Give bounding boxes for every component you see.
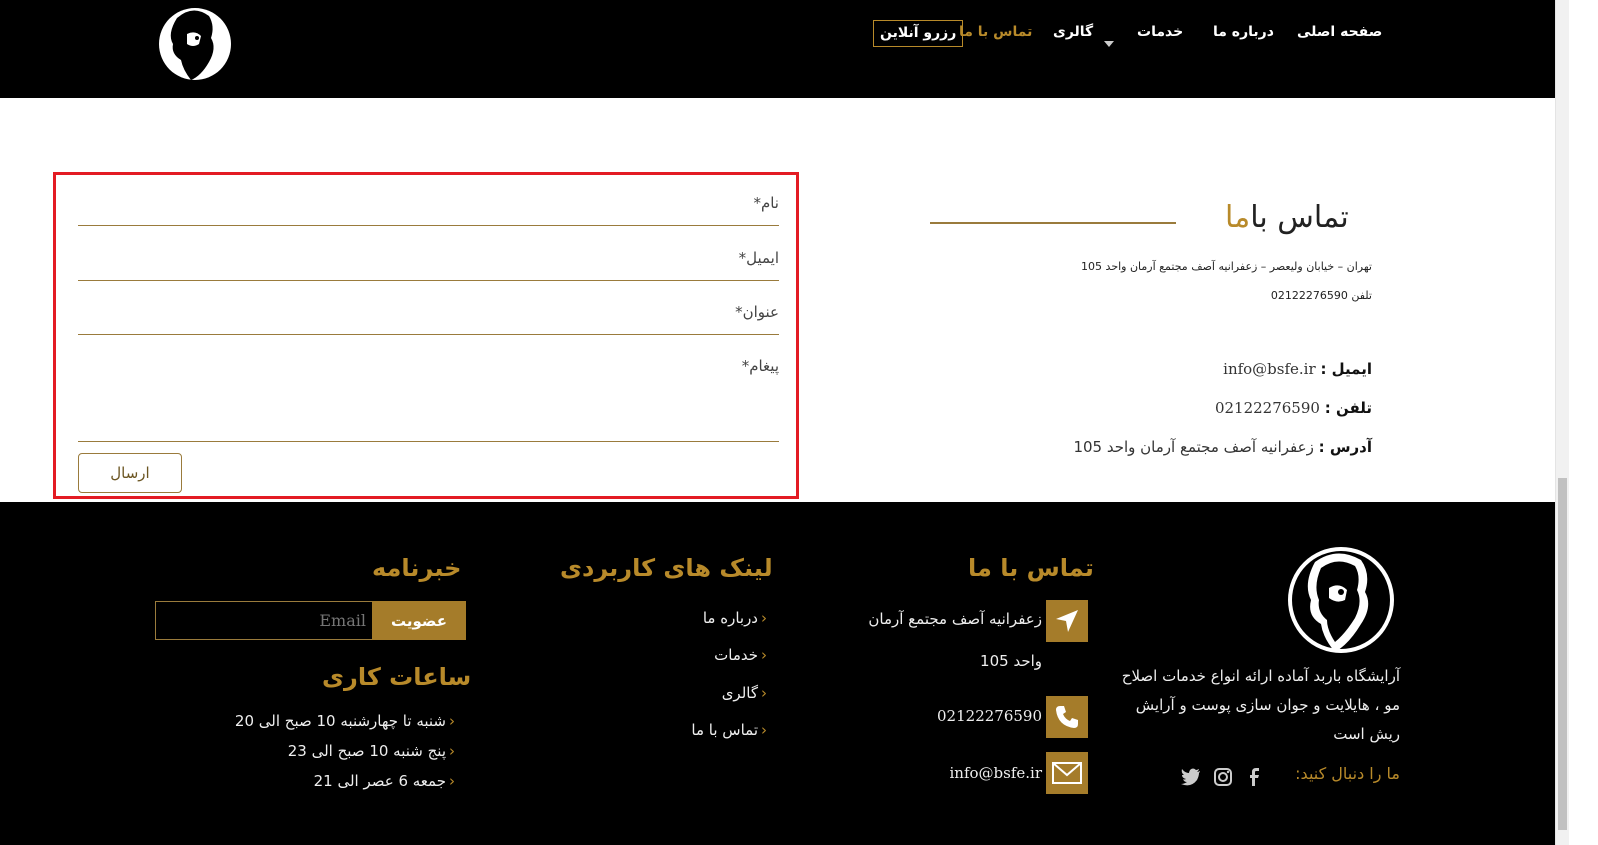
newsletter-email-input[interactable] (155, 601, 373, 640)
phone-icon (1046, 696, 1088, 738)
footer-link-about[interactable]: ‹درباره ما (703, 609, 767, 627)
hours-item: ‹پنج شنبه 10 صبح الی 23 (287, 742, 455, 760)
nav-about[interactable]: درباره ما (1213, 24, 1274, 40)
chevron-left-icon: ‹ (761, 684, 767, 702)
phone-line: تلفن 02122276590 (1270, 289, 1372, 302)
footer-link-contact[interactable]: ‹تماس با ما (691, 721, 767, 739)
working-hours-heading: ساعات کاری (322, 663, 472, 691)
footer-address-line1: زعفرانیه آصف مجتمع آرمان (868, 610, 1042, 628)
chevron-left-icon: ‹ (449, 712, 455, 730)
message-label: پیغام* (741, 357, 779, 375)
location-arrow-icon (1046, 600, 1088, 642)
contact-title: تماس باما (1225, 200, 1349, 235)
chevron-left-icon: ‹ (449, 742, 455, 760)
facebook-icon[interactable] (1245, 767, 1265, 787)
contact-address-label: آدرس : (1318, 438, 1372, 456)
subject-field[interactable]: عنوان* (78, 291, 779, 335)
mail-icon (1046, 752, 1088, 794)
hours-item: ‹شنبه تا چهارشنبه 10 صبح الی 20 (234, 712, 455, 730)
contact-phone-value[interactable]: 02122276590 (1215, 399, 1320, 417)
contact-form: نام* ایمیل* عنوان* پیغام* ارسال (53, 172, 799, 499)
footer-logo (1288, 547, 1394, 653)
subscribe-button[interactable]: عضویت (372, 601, 466, 640)
email-label: ایمیل* (738, 249, 779, 267)
twitter-icon[interactable] (1181, 767, 1201, 787)
contact-email-label: ایمیل : (1320, 360, 1372, 378)
reserve-online-button[interactable]: رزرو آنلاین (873, 20, 964, 47)
nav-gallery[interactable]: گالری (1053, 24, 1093, 40)
title-divider (930, 222, 1176, 224)
chevron-left-icon: ‹ (761, 609, 767, 627)
follow-us-label: ما را دنبال کنید: (1295, 764, 1400, 783)
nav-home[interactable]: صفحه اصلی (1297, 24, 1382, 40)
site-footer: آرایشگاه باربد آماده ارائه انواع خدمات ا… (0, 502, 1555, 845)
hours-item: ‹جمعه 6 عصر الی 21 (313, 772, 455, 790)
barber-logo[interactable] (157, 4, 233, 82)
footer-link-gallery[interactable]: ‹گالری (722, 684, 767, 702)
contact-address: آدرس : زعفرانیه آصف مجتمع آرمان واحد 105 (1073, 438, 1372, 456)
vertical-scrollbar[interactable] (1555, 0, 1569, 845)
submit-button[interactable]: ارسال (78, 453, 182, 493)
contact-address-value: زعفرانیه آصف مجتمع آرمان واحد 105 (1073, 438, 1314, 456)
subject-label: عنوان* (735, 303, 779, 321)
contact-phone-label: تلفن : (1324, 399, 1372, 417)
page-edge (1569, 0, 1598, 845)
footer-about-text: آرایشگاه باربد آماده ارائه انواع خدمات ا… (1121, 667, 1400, 743)
nav-services[interactable]: خدمات (1137, 24, 1183, 40)
newsletter-heading: خبرنامه (372, 554, 462, 582)
chevron-left-icon: ‹ (761, 646, 767, 664)
instagram-icon[interactable] (1213, 767, 1233, 787)
contact-email: ایمیل : info@bsfe.ir (1223, 360, 1372, 378)
email-field[interactable]: ایمیل* (78, 236, 779, 281)
contact-phone: تلفن : 02122276590 (1215, 399, 1372, 417)
useful-links-heading: لینک های کاربردی (560, 554, 773, 582)
contact-title-main: تماس با (1250, 200, 1349, 235)
chevron-left-icon: ‹ (449, 772, 455, 790)
scrollbar-thumb[interactable] (1558, 478, 1567, 830)
footer-phone[interactable]: 02122276590 (937, 707, 1042, 725)
site-header: صفحه اصلی درباره ما خدمات گالری تماس با … (0, 0, 1555, 98)
footer-link-services[interactable]: ‹خدمات (714, 646, 767, 664)
address-line: تهران – خیابان ولیعصر – زعفرانیه آصف مجت… (1081, 260, 1372, 273)
contact-title-accent: ما (1225, 200, 1251, 235)
contact-email-value[interactable]: info@bsfe.ir (1223, 360, 1316, 378)
message-field[interactable]: پیغام* (78, 345, 779, 442)
chevron-down-icon[interactable] (1104, 41, 1114, 47)
nav-contact[interactable]: تماس با ما (959, 24, 1032, 40)
chevron-left-icon: ‹ (761, 721, 767, 739)
footer-contact-heading: تماس با ما (968, 554, 1094, 582)
name-label: نام* (753, 194, 779, 212)
footer-email[interactable]: info@bsfe.ir (949, 764, 1042, 782)
name-field[interactable]: نام* (78, 181, 779, 226)
footer-address-line2: واحد 105 (980, 652, 1042, 670)
